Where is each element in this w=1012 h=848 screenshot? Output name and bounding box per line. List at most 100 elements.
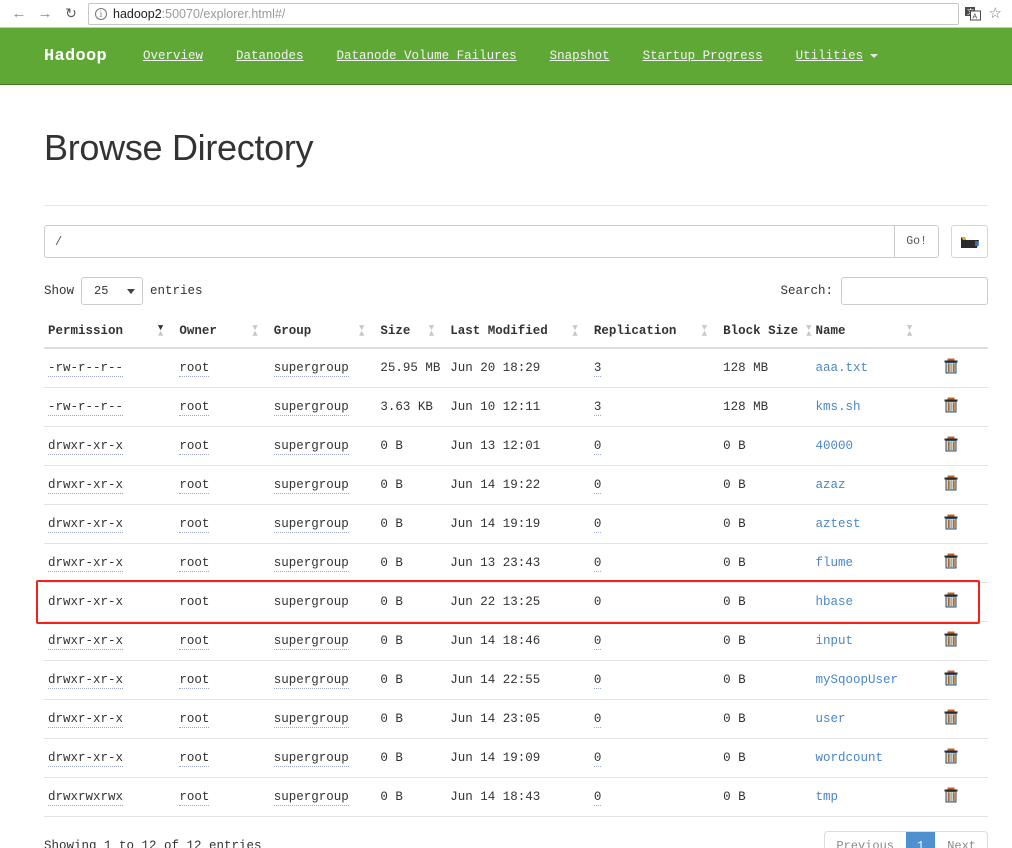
trash-icon[interactable]	[944, 514, 958, 534]
replication-value[interactable]: 0	[593, 439, 602, 455]
group-value[interactable]: supergroup	[273, 439, 349, 455]
trash-icon[interactable]	[944, 592, 958, 612]
replication-value[interactable]: 0	[593, 478, 602, 494]
nav-item-startup-progress[interactable]: Startup Progress	[643, 49, 763, 63]
permission-value[interactable]: drwxr-xr-x	[48, 751, 124, 767]
permission-value[interactable]: drwxr-xr-x	[48, 634, 124, 650]
translate-icon[interactable]: 文 A	[964, 6, 981, 21]
pagination-next[interactable]: Next	[936, 832, 987, 848]
trash-icon[interactable]	[944, 475, 958, 495]
trash-icon[interactable]	[944, 787, 958, 807]
star-icon[interactable]: ☆	[989, 6, 1002, 21]
replication-value[interactable]: 3	[593, 361, 602, 377]
trash-icon[interactable]	[944, 631, 958, 651]
owner-value[interactable]: root	[179, 556, 210, 572]
pagination-1[interactable]: 1	[905, 832, 937, 848]
reload-icon[interactable]: ↻	[58, 1, 84, 27]
sort-icon[interactable]: ▼ ▲	[158, 324, 163, 339]
group-value[interactable]: supergroup	[273, 361, 349, 377]
file-link[interactable]: aztest	[815, 517, 860, 531]
column-header-owner[interactable]: Owner ▼ ▲	[175, 318, 270, 349]
group-value[interactable]: supergroup	[273, 751, 349, 767]
owner-value[interactable]: root	[179, 673, 210, 689]
permission-value[interactable]: -rw-r--r--	[48, 361, 124, 377]
column-header-size[interactable]: Size ▼ ▲	[376, 318, 447, 349]
replication-value[interactable]: 0	[593, 673, 602, 689]
owner-value[interactable]: root	[179, 712, 210, 728]
permission-value[interactable]: -rw-r--r--	[48, 400, 124, 416]
permission-value[interactable]: drwxr-xr-x	[48, 556, 124, 572]
nav-item-datanode-volume-failures[interactable]: Datanode Volume Failures	[337, 49, 517, 63]
trash-icon[interactable]	[944, 358, 958, 378]
replication-value[interactable]: 0	[593, 634, 602, 650]
trash-icon[interactable]	[944, 670, 958, 690]
group-value[interactable]: supergroup	[273, 517, 349, 533]
sort-icon[interactable]: ▼ ▲	[907, 324, 912, 339]
back-arrow-icon[interactable]: ←	[6, 1, 32, 27]
replication-value[interactable]: 3	[593, 400, 602, 416]
info-icon[interactable]: i	[95, 7, 107, 20]
file-link[interactable]: tmp	[815, 790, 838, 804]
sort-icon[interactable]: ▼ ▲	[429, 324, 434, 339]
forward-arrow-icon[interactable]: →	[32, 1, 58, 27]
replication-value[interactable]: 0	[593, 790, 602, 806]
go-button[interactable]: Go!	[894, 225, 939, 258]
path-input[interactable]	[44, 225, 895, 258]
nav-item-snapshot[interactable]: Snapshot	[550, 49, 610, 63]
permission-value[interactable]: drwxr-xr-x	[48, 673, 124, 689]
owner-value[interactable]: root	[179, 400, 210, 416]
permission-value[interactable]: drwxr-xr-x	[48, 517, 124, 533]
column-header-last-modified[interactable]: Last Modified ▼ ▲	[446, 318, 590, 349]
sort-icon[interactable]: ▼ ▲	[252, 324, 257, 339]
owner-value[interactable]: root	[179, 478, 210, 494]
trash-icon[interactable]	[944, 436, 958, 456]
page-length-select[interactable]: 2550100	[81, 277, 144, 305]
group-value[interactable]: supergroup	[273, 556, 349, 572]
group-value[interactable]: supergroup	[273, 400, 349, 416]
column-header-replication[interactable]: Replication ▼ ▲	[589, 318, 720, 349]
group-value[interactable]: supergroup	[273, 478, 349, 494]
permission-value[interactable]: drwxr-xr-x	[48, 478, 124, 494]
group-value[interactable]: supergroup	[273, 634, 349, 650]
owner-value[interactable]: root	[179, 517, 210, 533]
file-link[interactable]: kms.sh	[815, 400, 860, 414]
nav-item-utilities[interactable]: Utilities	[796, 49, 879, 63]
owner-value[interactable]: root	[179, 751, 210, 767]
replication-value[interactable]: 0	[593, 751, 602, 767]
trash-icon[interactable]	[944, 748, 958, 768]
replication-value[interactable]: 0	[593, 556, 602, 572]
file-link[interactable]: input	[815, 634, 853, 648]
open-folder-icon[interactable]	[951, 225, 988, 258]
file-link[interactable]: user	[815, 712, 845, 726]
owner-value[interactable]: root	[179, 790, 210, 806]
column-header-block-size[interactable]: Block Size ▼ ▲	[719, 318, 812, 349]
column-header-actions[interactable]	[924, 318, 988, 349]
owner-value[interactable]: root	[179, 361, 210, 377]
address-bar[interactable]: i hadoop2:50070/explorer.html#/	[88, 2, 959, 25]
pagination-previous[interactable]: Previous	[825, 832, 906, 848]
sort-icon[interactable]: ▼ ▲	[572, 324, 577, 339]
brand-hadoop[interactable]: Hadoop	[44, 47, 107, 66]
permission-value[interactable]: drwxrwxrwx	[48, 790, 124, 806]
file-link[interactable]: aaa.txt	[815, 361, 868, 375]
permission-value[interactable]: drwxr-xr-x	[48, 439, 124, 455]
file-link[interactable]: wordcount	[815, 751, 883, 765]
owner-value[interactable]: root	[179, 634, 210, 650]
file-link[interactable]: hbase	[815, 595, 853, 609]
file-link[interactable]: azaz	[815, 478, 845, 492]
file-link[interactable]: 40000	[815, 439, 853, 453]
trash-icon[interactable]	[944, 397, 958, 417]
search-input[interactable]	[841, 277, 988, 305]
file-link[interactable]: flume	[815, 556, 853, 570]
nav-item-datanodes[interactable]: Datanodes	[236, 49, 304, 63]
permission-value[interactable]: drwxr-xr-x	[48, 712, 124, 728]
column-header-permission[interactable]: Permission ▼ ▲	[44, 318, 176, 349]
file-link[interactable]: mySqoopUser	[815, 673, 898, 687]
group-value[interactable]: supergroup	[273, 673, 349, 689]
trash-icon[interactable]	[944, 553, 958, 573]
group-value[interactable]: supergroup	[273, 712, 349, 728]
group-value[interactable]: supergroup	[273, 790, 349, 806]
sort-icon[interactable]: ▼ ▲	[702, 324, 707, 339]
replication-value[interactable]: 0	[593, 517, 602, 533]
column-header-name[interactable]: Name ▼ ▲	[811, 318, 925, 349]
